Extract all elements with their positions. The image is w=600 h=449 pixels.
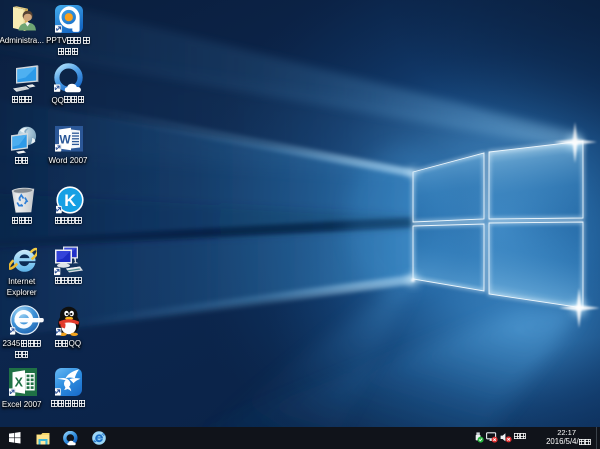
svg-text:W: W bbox=[59, 133, 71, 147]
svg-text:K: K bbox=[64, 192, 76, 210]
svg-text:X: X bbox=[15, 376, 24, 390]
